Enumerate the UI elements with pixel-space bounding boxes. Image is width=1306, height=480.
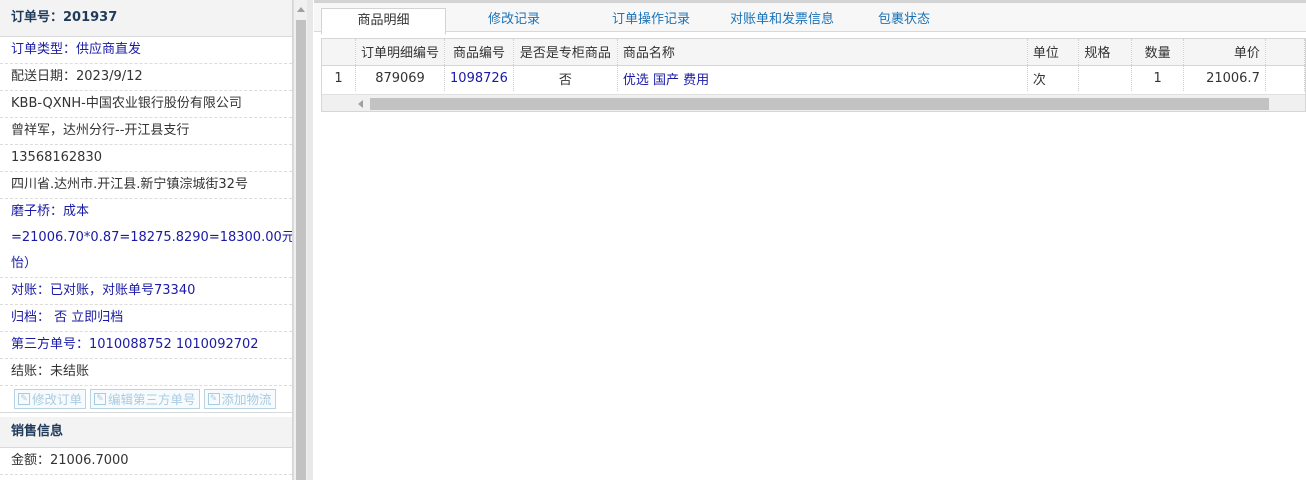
tab-modify-records[interactable]: 修改记录 <box>449 8 579 35</box>
order-number-title: 订单号：201937 <box>0 0 292 37</box>
archive-status[interactable]: 归档： 否 立即归档 <box>0 305 292 332</box>
column-header-quantity[interactable]: 数量 <box>1131 39 1185 66</box>
delivery-address: 四川省.达州市.开江县.新宁镇淙城街32号 <box>0 172 292 199</box>
cell-unit: 次 <box>1027 65 1080 91</box>
left-panel-scrollbar[interactable] <box>293 0 308 480</box>
cell-counter-product: 否 <box>513 65 618 91</box>
column-header-unit-price[interactable]: 单价 <box>1183 39 1266 66</box>
add-logistics-label: 添加物流 <box>221 391 272 407</box>
product-grid: 订单明细编号 商品编号 是否是专柜商品 商品名称 单位 规格 数量 单价 1 8… <box>321 38 1306 112</box>
contact-info: 曾祥军，达州分行--开江县支行 <box>0 118 292 145</box>
order-type: 订单类型：供应商直发 <box>0 37 292 64</box>
sales-amount: 金额：21006.7000 <box>0 448 292 475</box>
edit-third-party-button[interactable]: ✎ 编辑第三方单号 <box>90 389 200 409</box>
grid-horizontal-scrollbar[interactable] <box>322 94 1305 111</box>
table-row[interactable]: 1 879069 1098726 否 优选 国产 费用 次 1 21006.7 <box>322 65 1305 91</box>
phone-number: 13568162830 <box>0 145 292 172</box>
edit-order-label: 修改订单 <box>32 391 83 407</box>
customer-name: KBB-QXNH-中国农业银行股份有限公司 <box>0 91 292 118</box>
cell-unit-price: 21006.7 <box>1183 65 1266 91</box>
order-action-buttons: ✎ 修改订单 ✎ 编辑第三方单号 ✎ 添加物流 <box>0 386 292 413</box>
settle-status: 结账：未结账 <box>0 359 292 386</box>
edit-icon: ✎ <box>94 393 107 405</box>
cost-note-line1: 磨子桥：成本 <box>11 204 90 219</box>
edit-order-button[interactable]: ✎ 修改订单 <box>14 389 87 409</box>
scroll-left-icon[interactable] <box>358 100 363 108</box>
column-header-counter-product[interactable]: 是否是专柜商品 <box>513 39 618 66</box>
cell-extra <box>1265 65 1305 91</box>
scroll-up-icon[interactable] <box>297 7 305 12</box>
sales-info-title: 销售信息 <box>0 417 292 448</box>
tab-order-operation-records[interactable]: 订单操作记录 <box>582 8 720 35</box>
tab-statement-invoice[interactable]: 对账单和发票信息 <box>718 8 846 35</box>
column-header-extra <box>1265 39 1305 66</box>
product-table: 订单明细编号 商品编号 是否是专柜商品 商品名称 单位 规格 数量 单价 1 8… <box>322 39 1305 91</box>
cell-index: 1 <box>322 65 357 91</box>
tab-package-status[interactable]: 包裹状态 <box>854 8 954 35</box>
cost-note-line3: 怡） <box>0 251 292 278</box>
edit-icon: ✎ <box>18 393 30 405</box>
splitter[interactable] <box>307 0 313 480</box>
scrollbar-thumb[interactable] <box>296 20 306 480</box>
tab-bar: 商品明细 修改记录 订单操作记录 对账单和发票信息 包裹状态 <box>314 0 1306 35</box>
cost-note-line2: =21006.70*0.87=18275.8290=18300.00元（武 <box>11 230 292 245</box>
table-header-row: 订单明细编号 商品编号 是否是专柜商品 商品名称 单位 规格 数量 单价 <box>322 39 1305 66</box>
delivery-date: 配送日期：2023/9/12 <box>0 64 292 91</box>
cell-quantity: 1 <box>1131 65 1185 91</box>
column-header-detail-id[interactable]: 订单明细编号 <box>355 39 446 66</box>
add-logistics-button[interactable]: ✎ 添加物流 <box>203 389 276 409</box>
column-header-index <box>322 39 357 66</box>
cell-product-id-link[interactable]: 1098726 <box>444 65 514 91</box>
detail-panel: 商品明细 修改记录 订单操作记录 对账单和发票信息 包裹状态 订单明细编号 商品… <box>314 0 1306 480</box>
column-header-unit[interactable]: 单位 <box>1027 39 1080 66</box>
order-info-panel: 订单号：201937 订单类型：供应商直发 配送日期：2023/9/12 KBB… <box>0 0 293 480</box>
cell-detail-id: 879069 <box>355 65 446 91</box>
edit-third-party-label: 编辑第三方单号 <box>108 391 196 407</box>
cell-spec <box>1078 65 1132 91</box>
column-header-product-id[interactable]: 商品编号 <box>444 39 514 66</box>
column-header-spec[interactable]: 规格 <box>1078 39 1132 66</box>
tab-product-details[interactable]: 商品明细 <box>321 8 446 35</box>
reconcile-status: 对账：已对账，对账单号73340 <box>0 278 292 305</box>
third-party-order-number: 第三方单号：1010088752 1010092702 <box>0 332 292 359</box>
column-header-product-name[interactable]: 商品名称 <box>617 39 1028 66</box>
edit-icon: ✎ <box>207 393 220 405</box>
horizontal-scrollbar-thumb[interactable] <box>370 98 1269 110</box>
cell-product-name-link[interactable]: 优选 国产 费用 <box>617 65 1028 91</box>
